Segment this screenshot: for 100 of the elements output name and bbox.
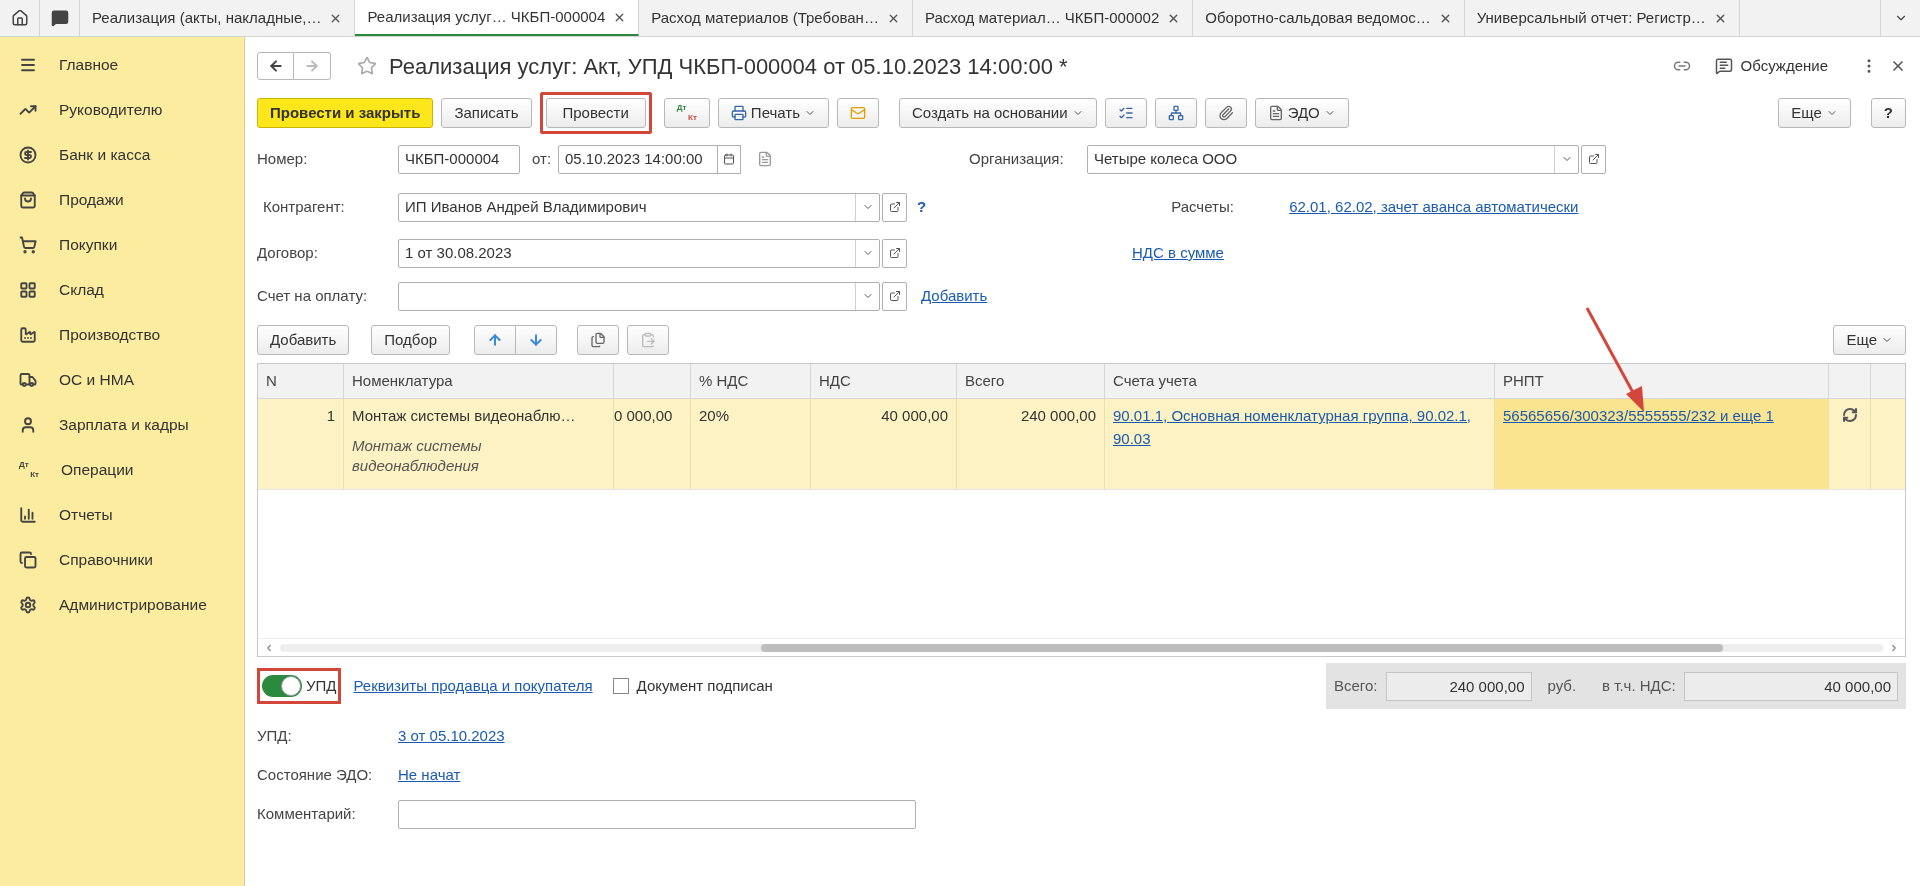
add-button[interactable]: Добавить <box>257 325 350 355</box>
document-icon[interactable] <box>757 151 773 167</box>
upd-link[interactable]: 3 от 05.10.2023 <box>398 724 505 748</box>
post-and-close-button[interactable]: Провести и закрыть <box>257 98 434 128</box>
arrow-left-icon <box>267 58 284 74</box>
date-field[interactable]: 05.10.2023 14:00:00 <box>558 144 718 174</box>
save-button[interactable]: Записать <box>441 98 532 128</box>
toggle-label: УПД <box>306 675 337 696</box>
document-tab[interactable]: Оборотно-сальдовая ведомос… <box>1193 0 1465 36</box>
paste-icon <box>640 332 657 348</box>
create-based-on-button[interactable]: Создать на основании <box>899 98 1097 128</box>
copy-icon <box>590 332 607 348</box>
table-cell-text: Монтаж системы видеонаблю… <box>352 406 577 426</box>
move-up-button[interactable] <box>474 325 517 355</box>
close-icon[interactable] <box>1890 58 1906 74</box>
refresh-icon[interactable] <box>1841 407 1858 423</box>
cart-icon <box>19 235 37 254</box>
sidebar-item[interactable]: Зарплата и кадры <box>0 402 244 447</box>
sidebar-item[interactable]: Главное <box>0 42 244 87</box>
field-label: Расчеты: <box>1171 196 1235 217</box>
table-more-button[interactable]: Еще <box>1833 325 1906 355</box>
bar-chart-icon <box>19 505 37 524</box>
copy-rows-button[interactable] <box>577 325 620 355</box>
column-header[interactable]: N <box>258 364 344 398</box>
field-label: Организация: <box>969 148 1065 169</box>
field-label: Состояние ЭДО: <box>257 764 374 785</box>
select-button[interactable]: Подбор <box>371 325 451 355</box>
discussion-link[interactable]: Обсуждение <box>1740 54 1828 78</box>
accounts-link[interactable]: 90.01.1, Основная номенклатурная группа, 90.02.1, 90.03 <box>1113 405 1486 450</box>
rnpt-link[interactable]: 56565656/300323/5555555/232 и еще 1 <box>1503 407 1774 424</box>
sidebar-item[interactable]: Справочники <box>0 537 244 582</box>
settlements-link[interactable]: 62.01, 62.02, зачет аванса автоматически <box>1289 195 1579 219</box>
document-tab[interactable]: Расход материалов (Требован… <box>639 0 913 36</box>
add-invoice-link[interactable]: Добавить <box>921 287 988 304</box>
requisites-link[interactable]: Реквизиты продавца и покупателя <box>353 677 593 694</box>
sidebar-item[interactable]: Продажи <box>0 177 244 222</box>
discussion-icon[interactable] <box>1714 57 1733 75</box>
column-header[interactable]: НДС <box>811 364 957 398</box>
vat-total-label: в т.ч. НДС: <box>1602 675 1676 696</box>
sidebar-item[interactable]: Отчеты <box>0 492 244 537</box>
edo-state-link[interactable]: Не начат <box>398 763 461 787</box>
sidebar-item[interactable]: Банк и касса <box>0 132 244 177</box>
sidebar-item[interactable]: Покупки <box>0 222 244 267</box>
post-button[interactable]: Провести <box>545 98 646 128</box>
chat-icon[interactable] <box>50 9 69 27</box>
grid-icon <box>19 280 37 299</box>
list-button[interactable] <box>1104 98 1147 128</box>
counterparty-field[interactable]: ИП Иванов Андрей Владимирович <box>398 192 880 222</box>
column-header[interactable]: Всего <box>957 364 1105 398</box>
contract-field[interactable]: 1 от 30.08.2023 <box>398 238 880 268</box>
scroll-right-icon[interactable] <box>1889 642 1899 653</box>
number-field[interactable]: ЧКБП-000004 <box>398 144 520 174</box>
home-icon[interactable] <box>10 9 29 27</box>
column-header[interactable]: Счета учета <box>1105 364 1495 398</box>
back-button[interactable] <box>257 52 294 80</box>
help-link[interactable]: ? <box>917 195 927 219</box>
sidebar-item[interactable]: Дт Кт Операции <box>0 447 244 492</box>
star-icon[interactable] <box>357 56 377 76</box>
email-button[interactable] <box>837 98 879 128</box>
dt-kt-icon[interactable]: Дт Кт <box>676 104 697 122</box>
move-down-button[interactable] <box>515 325 558 355</box>
open-button[interactable] <box>882 281 907 311</box>
document-tab[interactable]: Реализация услуг… ЧКБП-000004 <box>355 0 640 36</box>
upd-toggle[interactable] <box>262 675 302 697</box>
column-header[interactable]: % НДС <box>691 364 811 398</box>
structure-button[interactable] <box>1154 98 1197 128</box>
document-tab[interactable]: Универсальный отчет: Регистр… <box>1464 0 1740 36</box>
invoice-field[interactable] <box>398 281 880 311</box>
table-cell: 20% <box>699 407 730 424</box>
print-button[interactable]: Печать <box>717 98 829 128</box>
table-cell: 240 000,00 <box>1020 407 1096 424</box>
sidebar-item[interactable]: Склад <box>0 267 244 312</box>
sidebar-item[interactable]: ОС и НМА <box>0 357 244 402</box>
field-label: УПД: <box>257 725 293 746</box>
attach-button[interactable] <box>1204 98 1247 128</box>
truck-icon <box>19 370 37 389</box>
table-row[interactable]: 1 Монтаж системы видеонаблю… Монтаж системы видеонаблюдения 0 000,00 20% 40 000,00 240 000,00 90.01.1, Основная номенклатурная группа, 90.02.1, 90.03 56565656/300323/5555555/232 и еще 1 <box>258 399 1905 490</box>
open-icon <box>1587 153 1600 165</box>
signed-checkbox[interactable] <box>612 678 629 694</box>
scroll-left-icon[interactable] <box>264 642 274 653</box>
total-label: Всего: <box>1334 675 1378 696</box>
sidebar-item[interactable]: Администрирование <box>0 582 244 627</box>
sidebar-item[interactable]: Производство <box>0 312 244 357</box>
vat-link[interactable]: НДС в сумме <box>1132 244 1224 261</box>
open-button[interactable] <box>882 192 907 222</box>
arrow-right-icon <box>304 58 320 74</box>
edo-button[interactable]: ЭДО <box>1254 98 1349 128</box>
comment-field[interactable] <box>398 799 916 829</box>
column-header[interactable]: Номенклатура <box>344 364 614 398</box>
sidebar-item[interactable]: Руководителю <box>0 87 244 132</box>
open-button[interactable] <box>882 238 907 268</box>
dt-kt-button[interactable]: Дт Кт <box>663 98 710 128</box>
document-tab[interactable]: Расход материал… ЧКБП-000002 <box>912 0 1194 36</box>
more-button[interactable]: Еще <box>1778 98 1851 128</box>
help-button[interactable]: ? <box>1870 98 1906 128</box>
open-button[interactable] <box>1581 144 1606 174</box>
settings-icon <box>19 595 37 614</box>
calendar-button[interactable] <box>717 144 741 174</box>
open-icon <box>888 290 901 302</box>
organization-field[interactable]: Четыре колеса ООО <box>1087 144 1579 174</box>
